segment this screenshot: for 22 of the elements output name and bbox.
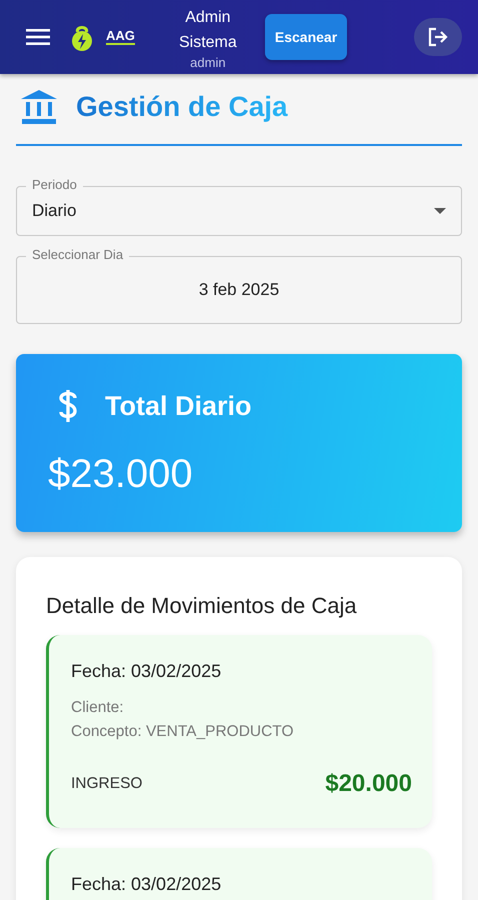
total-amount: $23.000	[48, 452, 194, 497]
period-select[interactable]: Periodo Diario	[16, 177, 462, 236]
movement-client: Cliente:	[71, 698, 125, 718]
movement-date: Fecha: 03/02/2025	[71, 661, 222, 682]
total-title: Total Diario	[105, 390, 252, 422]
logout-icon	[427, 27, 449, 47]
field-value: 3 feb 2025	[198, 280, 280, 300]
section-title: Detalle de Movimientos de Caja	[46, 593, 358, 619]
movement-concept: Concepto: VENTA_PRODUCTO	[71, 722, 295, 742]
username: admin	[190, 54, 226, 70]
field-value: Diario	[32, 201, 76, 221]
movement-amount: $20.000	[325, 770, 412, 798]
menu-icon[interactable]	[26, 28, 50, 46]
dollar-icon	[57, 388, 79, 424]
scan-button[interactable]: Escanear	[264, 14, 348, 60]
user-name: Admin Sistema	[178, 8, 238, 52]
movement-type: INGRESO	[71, 775, 142, 793]
brand-logo: AAG	[106, 29, 135, 45]
dropdown-icon	[434, 208, 446, 214]
logout-button[interactable]	[414, 18, 462, 56]
movement-date: Fecha: 03/02/2025	[71, 874, 222, 895]
date-field[interactable]: Seleccionar Dia 3 feb 2025	[16, 247, 462, 324]
